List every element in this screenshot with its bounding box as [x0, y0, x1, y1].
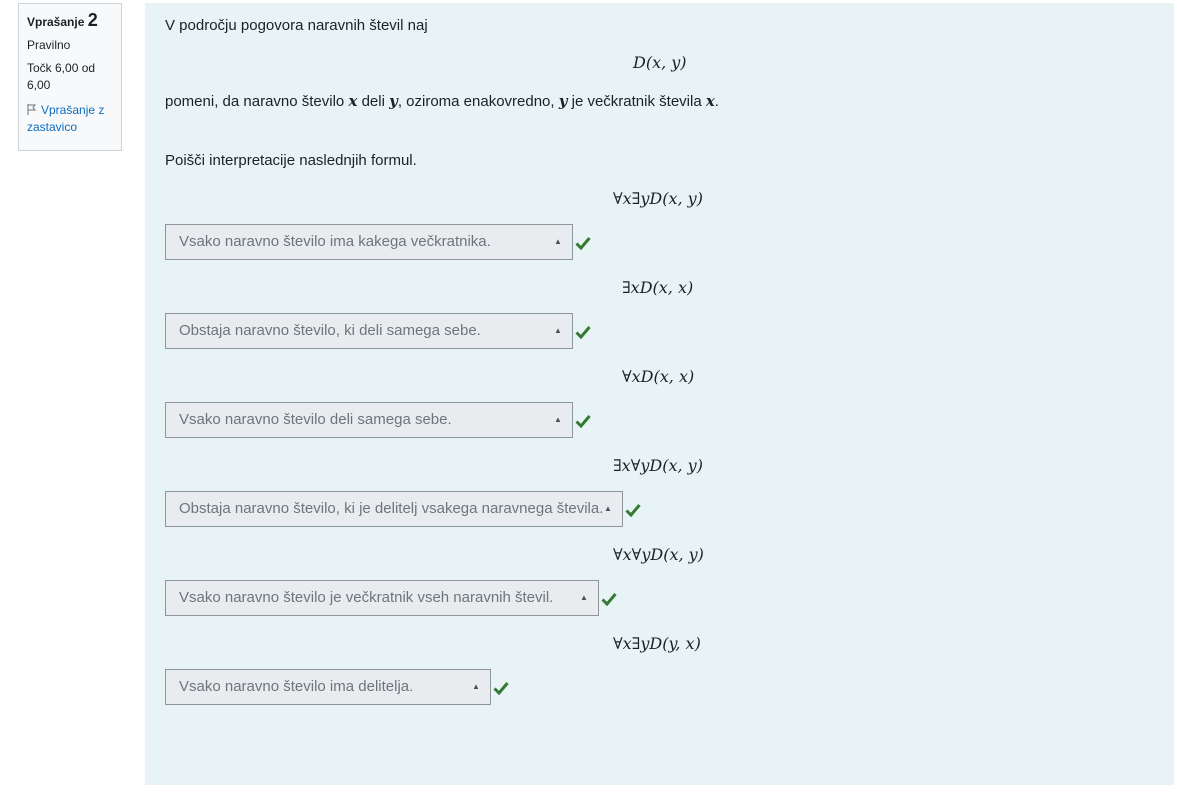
select-arrows-icon: ▲▼ — [472, 682, 480, 691]
flag-icon — [27, 104, 37, 115]
answer-select-4[interactable]: Obstaja naravno število, ki je delitelj … — [165, 491, 623, 527]
definition-var-x2: x — [705, 92, 715, 110]
answer-select-4-value: Obstaja naravno število, ki je delitelj … — [179, 500, 604, 517]
formula-6: ∀x∃yD(y, x) — [613, 634, 701, 653]
question-intro: V področju pogovora naravnih števil naj — [165, 17, 428, 34]
answer-select-5-value: Vsako naravno število je večkratnik vseh… — [179, 589, 554, 606]
definition-text-2: deli — [357, 93, 390, 110]
correct-check-icon — [575, 237, 591, 250]
formula-5: ∀x∀yD(x, y) — [613, 545, 704, 564]
correct-check-icon — [601, 593, 617, 606]
correct-check-icon — [575, 326, 591, 339]
select-arrows-icon: ▲▼ — [580, 593, 588, 602]
correct-check-icon — [625, 504, 641, 517]
answer-select-3-value: Vsako naravno število deli samega sebe. — [179, 411, 452, 428]
question-number: 2 — [87, 10, 98, 30]
formula-1: ∀x∃yD(x, y) — [613, 189, 703, 208]
answer-select-5[interactable]: Vsako naravno število je večkratnik vseh… — [165, 580, 599, 616]
question-number-heading: Vprašanje 2 — [27, 10, 113, 31]
select-arrows-icon: ▲▼ — [604, 504, 612, 513]
formula-2: ∃xD(x, x) — [622, 278, 694, 297]
question-status: Pravilno — [27, 38, 71, 52]
question-definition: pomeni, da naravno število x deli y, ozi… — [165, 92, 719, 110]
answer-select-1-value: Vsako naravno število ima kakega večkrat… — [179, 233, 491, 250]
correct-check-icon — [575, 415, 591, 428]
flag-question-link[interactable]: Vprašanje z zastavico — [27, 102, 113, 136]
definition-text-5: . — [714, 93, 719, 110]
correct-check-icon — [493, 682, 509, 695]
question-points: Točk 6,00 od 6,00 — [27, 61, 96, 92]
question-info-box: Vprašanje 2 Pravilno Točk 6,00 od 6,00 V… — [18, 3, 122, 151]
answer-select-6-value: Vsako naravno število ima delitelja. — [179, 678, 414, 695]
definition-text-4: je večkratnik števila — [567, 93, 706, 110]
answer-select-2-value: Obstaja naravno število, ki deli samega … — [179, 322, 481, 339]
question-label: Vprašanje — [27, 15, 85, 29]
definition-text-1: pomeni, da naravno število — [165, 93, 349, 110]
formula-3: ∀xD(x, x) — [622, 367, 695, 386]
select-arrows-icon: ▲▼ — [554, 237, 562, 246]
relation-formula: D(x, y) — [633, 53, 687, 72]
answer-select-2[interactable]: Obstaja naravno število, ki deli samega … — [165, 313, 573, 349]
question-task: Poišči interpretacije naslednjih formul. — [165, 152, 417, 169]
formula-4: ∃x∀yD(x, y) — [613, 456, 703, 475]
select-arrows-icon: ▲▼ — [554, 415, 562, 424]
answer-select-1[interactable]: Vsako naravno število ima kakega večkrat… — [165, 224, 573, 260]
answer-select-3[interactable]: Vsako naravno število deli samega sebe. … — [165, 402, 573, 438]
question-content: V področju pogovora naravnih števil naj … — [145, 3, 1174, 785]
select-arrows-icon: ▲▼ — [554, 326, 562, 335]
definition-var-y: y — [389, 92, 398, 110]
flag-label: Vprašanje z zastavico — [27, 103, 105, 134]
answer-select-6[interactable]: Vsako naravno število ima delitelja. ▲▼ — [165, 669, 491, 705]
definition-text-3: , oziroma enakovredno, — [397, 93, 559, 110]
